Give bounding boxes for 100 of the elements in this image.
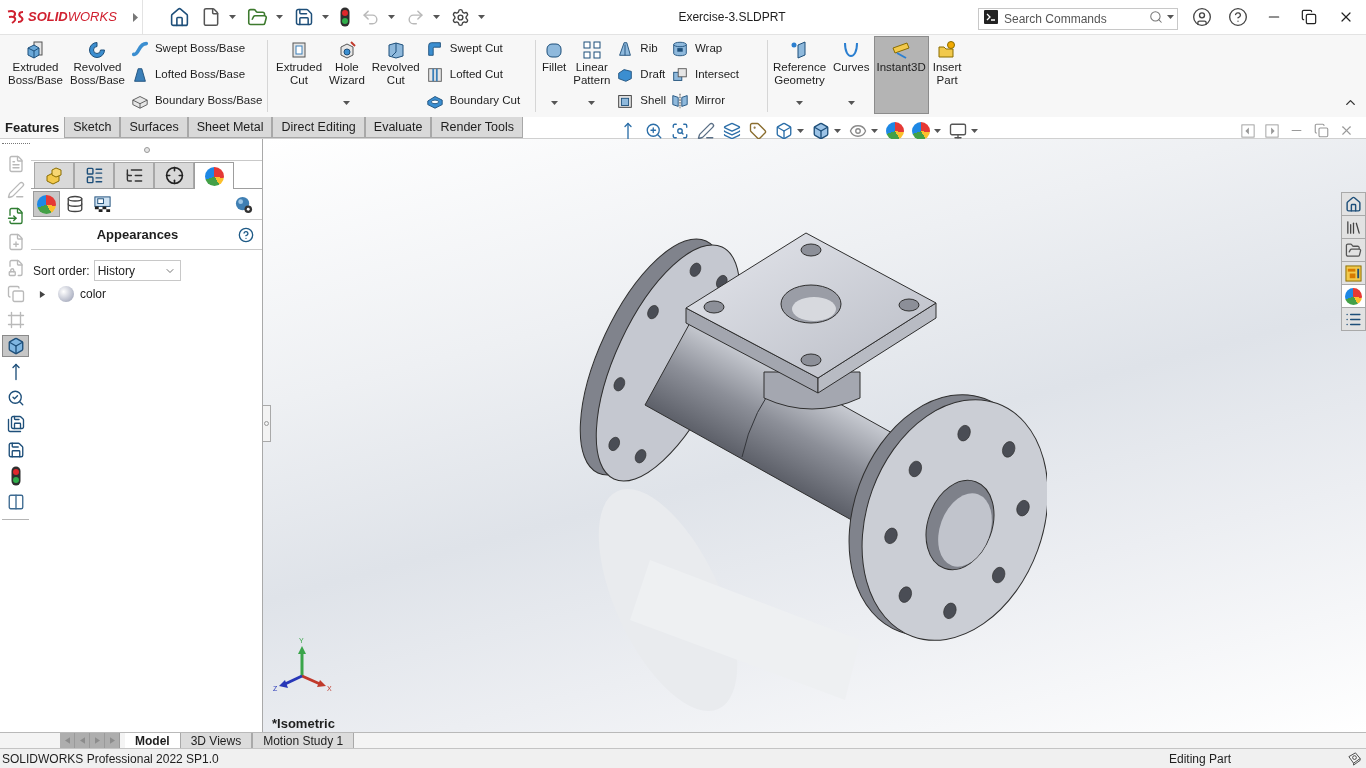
command-button[interactable]: Mirror: [668, 88, 742, 114]
tab[interactable]: 3D Views: [179, 733, 253, 748]
view-tool-button[interactable]: [774, 121, 804, 140]
document-icon: [6, 155, 25, 173]
command-button[interactable]: Extruded Cut: [273, 36, 326, 114]
layers-icon: [722, 121, 741, 140]
tab[interactable]: Motion Study 1: [252, 733, 355, 748]
document-arrow-icon: [6, 207, 25, 225]
caret-icon: [433, 15, 440, 19]
command-button[interactable]: Lofted Cut: [423, 62, 523, 88]
tab[interactable]: Features: [0, 117, 65, 138]
triangle-icon: [64, 737, 70, 744]
caret-icon: [1167, 15, 1174, 19]
view-tool-button[interactable]: [644, 121, 663, 140]
task-pane-tab[interactable]: [1341, 261, 1366, 285]
command-button[interactable]: Insert Part: [929, 36, 965, 114]
user-icon[interactable]: [1192, 7, 1212, 27]
zoom-in-icon: [644, 121, 663, 140]
sphere-gear-icon[interactable]: [234, 194, 253, 214]
tab[interactable]: Sheet Metal: [187, 117, 273, 138]
panel-tab[interactable]: [114, 162, 154, 188]
ruler-icon: [891, 40, 912, 60]
view-tool-button[interactable]: [948, 121, 978, 140]
terminal-icon: [984, 10, 998, 24]
view-tool-button[interactable]: [911, 121, 941, 140]
command-button[interactable]: Curves: [830, 36, 873, 114]
tab[interactable]: Sketch: [64, 117, 121, 138]
view-tool-button[interactable]: [885, 121, 904, 140]
command-button[interactable]: Rib: [614, 36, 668, 62]
books-icon: [1345, 218, 1362, 236]
cylinder-icon: [670, 40, 689, 58]
sort-label: Sort order:: [33, 262, 90, 280]
zoom-area-icon: [670, 121, 689, 140]
caret-icon: [276, 15, 283, 19]
tab[interactable]: Surfaces: [120, 117, 188, 138]
task-pane-tab[interactable]: [1341, 238, 1366, 262]
list-icon: [84, 166, 104, 185]
panel-splitter-handle[interactable]: [263, 405, 271, 442]
save-icon: [6, 415, 25, 433]
search-field[interactable]: Search Commands: [978, 8, 1178, 30]
sort-dropdown[interactable]: History: [93, 260, 181, 281]
cube-icon: [6, 337, 25, 355]
view-tool-button[interactable]: [748, 121, 767, 140]
tab[interactable]: Direct Editing: [272, 117, 365, 138]
panel-tab[interactable]: [74, 162, 114, 188]
cube-icon: [25, 40, 46, 60]
panel-tab[interactable]: [154, 162, 194, 188]
command-button[interactable]: Boundary Boss/Base: [128, 88, 265, 114]
shaded-cube-icon: [811, 121, 830, 140]
hollow-box-icon: [616, 92, 635, 110]
save-icon: [294, 7, 314, 27]
tree-item-label[interactable]: color: [80, 285, 106, 303]
overlapping-squares-icon: [670, 66, 689, 84]
caret-icon: [796, 101, 804, 105]
caret-icon: [833, 128, 841, 133]
task-pane-tab[interactable]: [1341, 215, 1366, 239]
command-button[interactable]: Revolved Cut: [368, 36, 423, 114]
command-button[interactable]: Extruded Boss/Base: [5, 36, 66, 114]
ring-icon: [87, 40, 108, 60]
board-icon: [1345, 264, 1362, 282]
command-button[interactable]: Swept Cut: [423, 36, 523, 62]
magnifier-icon: [6, 389, 25, 407]
command-button[interactable]: Boundary Cut: [423, 88, 523, 114]
tab[interactable]: Evaluate: [364, 117, 432, 138]
tab[interactable]: Model: [125, 733, 180, 748]
tab[interactable]: Render Tools: [431, 117, 523, 138]
command-button[interactable]: Draft: [614, 62, 668, 88]
command-button[interactable]: Lofted Boss/Base: [128, 62, 265, 88]
command-button[interactable]: Hole Wizard: [326, 36, 368, 114]
caret-icon: [322, 15, 329, 19]
pen-icon: [696, 121, 715, 140]
expand-arrow-icon[interactable]: [39, 290, 46, 298]
cut-block-icon: [385, 40, 406, 60]
command-button[interactable]: Wrap: [668, 36, 742, 62]
command-button[interactable]: Linear Pattern: [570, 36, 614, 114]
folder-icon: [1345, 241, 1362, 259]
task-pane-tab[interactable]: [1341, 192, 1366, 216]
task-pane-tab[interactable]: [1341, 284, 1366, 308]
axis-triad-icon: [279, 646, 326, 688]
search-icon[interactable]: [1149, 10, 1163, 24]
task-pane-tab[interactable]: [1341, 307, 1366, 331]
view-tool-button[interactable]: [696, 121, 715, 140]
settings-icon: [451, 7, 470, 27]
cube-icon: [774, 121, 793, 140]
command-button[interactable]: Fillet: [539, 36, 570, 114]
restore-icon[interactable]: [1301, 9, 1317, 25]
command-button[interactable]: Revolved Boss/Base: [66, 36, 128, 114]
command-button[interactable]: Instant3D: [873, 36, 929, 114]
help-icon[interactable]: [238, 226, 254, 243]
flyout-arrow-icon[interactable]: [132, 12, 138, 22]
help-icon[interactable]: [1228, 7, 1248, 27]
view-tool-button[interactable]: [722, 121, 741, 140]
command-button[interactable]: Reference Geometry: [770, 36, 830, 114]
command-button[interactable]: Shell: [614, 88, 668, 114]
view-tool-button[interactable]: [670, 121, 689, 140]
columns-icon: [6, 493, 25, 511]
curved-block-icon: [425, 40, 444, 58]
command-button[interactable]: Swept Boss/Base: [128, 36, 265, 62]
view-tool-button[interactable]: [811, 121, 841, 140]
command-button[interactable]: Intersect: [668, 62, 742, 88]
